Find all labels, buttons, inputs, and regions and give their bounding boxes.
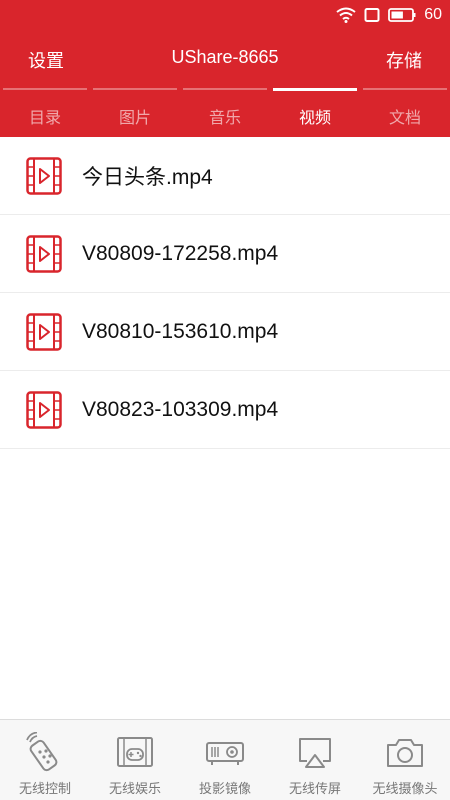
nav-wireless-camera[interactable]: 无线摄像头 [360,720,450,800]
nav-projection-mirror[interactable]: 投影镜像 [180,720,270,800]
list-item[interactable]: V80810-153610.mp4 [0,293,450,371]
list-item[interactable]: V80823-103309.mp4 [0,371,450,449]
tab-directory[interactable]: 目录 [0,88,90,137]
nav-wireless-screen-cast[interactable]: 无线传屏 [270,720,360,800]
tab-label: 目录 [28,108,61,127]
tab-indicator [363,88,447,90]
camera-icon [387,739,423,767]
device-title: UShare-8665 [171,47,279,67]
video-file-icon [26,390,62,429]
video-file-icon [26,156,62,195]
nav-wireless-control[interactable]: 无线控制 [0,720,90,800]
nav-label: 无线传屏 [288,782,341,797]
tab-music[interactable]: 音乐 [180,88,270,137]
file-name: V80823-103309.mp4 [82,397,279,421]
file-name: V80809-172258.mp4 [82,241,279,265]
projector-icon [206,742,244,765]
video-file-icon [26,234,62,273]
wifi-icon [336,7,356,23]
tab-label: 音乐 [208,108,241,127]
battery-level: 60 [424,6,442,23]
nav-label: 无线娱乐 [108,782,161,797]
storage-button[interactable]: 存储 [386,47,422,73]
nav-wireless-entertainment[interactable]: 无线娱乐 [90,720,180,800]
tab-label: 视频 [298,108,331,127]
tab-video[interactable]: 视频 [270,88,360,137]
gamepad-icon [117,737,153,767]
tab-documents[interactable]: 文档 [360,88,450,137]
tab-indicator [183,88,267,90]
nav-label: 无线摄像头 [372,782,438,797]
tab-indicator [273,88,357,91]
video-file-icon [26,312,62,351]
sim-icon [364,8,380,22]
settings-button[interactable]: 设置 [28,47,64,73]
tab-label: 图片 [118,108,151,127]
category-tabs: 目录 图片 音乐 视频 文档 [0,88,450,137]
app-bar: 设置 UShare-8665 存储 [0,30,450,88]
tab-indicator [93,88,177,90]
header: 60 设置 UShare-8665 存储 目录 图片 音乐 视频 文档 [0,0,450,137]
list-item[interactable]: 今日头条.mp4 [0,137,450,215]
remote-control-icon [26,732,58,772]
battery-icon [388,8,416,22]
tab-label: 文档 [388,108,421,127]
file-name: 今日头条.mp4 [82,165,213,189]
tab-indicator [3,88,87,90]
nav-label: 投影镜像 [198,782,251,797]
video-file-list: 今日头条.mp4 V80809-172258.mp4 V80810-153610… [0,137,450,449]
bottom-navigation: 无线控制 无线娱乐 投影镜像 无线传屏 无线摄像头 [0,719,450,800]
nav-label: 无线控制 [18,782,71,797]
tab-pictures[interactable]: 图片 [90,88,180,137]
status-bar: 60 [0,0,450,30]
file-name: V80810-153610.mp4 [82,319,279,343]
screen-cast-icon [299,738,331,768]
list-item[interactable]: V80809-172258.mp4 [0,215,450,293]
status-icons: 60 [336,4,442,26]
